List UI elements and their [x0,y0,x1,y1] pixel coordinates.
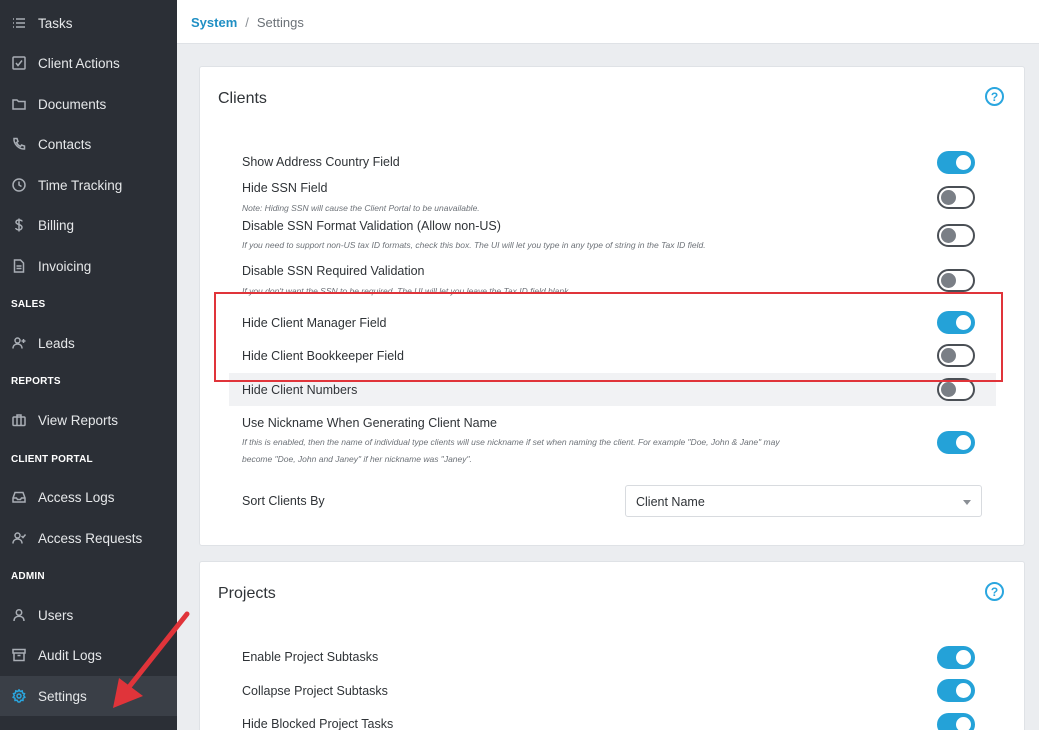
sidebar-item-time-tracking[interactable]: Time Tracking [0,165,177,205]
sidebar-item-label: Documents [38,96,107,112]
breadcrumb: System / Settings [191,15,304,30]
sidebar-item-view-reports[interactable]: View Reports [0,400,177,440]
sidebar-item-billing[interactable]: Billing [0,205,177,245]
breadcrumb-separator: / [245,15,249,30]
sidebar-item-label: Access Logs [38,489,115,505]
sidebar-item-label: Leads [38,335,75,351]
section-sales: SALES [11,299,46,310]
setting-label: Hide Blocked Project Tasks [242,717,394,730]
section-reports: REPORTS [11,376,61,387]
setting-label: Collapse Project Subtasks [242,684,388,698]
sidebar-item-client-actions[interactable]: Client Actions [0,43,177,83]
setting-note: If this is enabled, then the name of ind… [242,437,780,464]
briefcase-icon [12,413,26,427]
sidebar-item-access-logs[interactable]: Access Logs [0,477,177,517]
sidebar-item-contacts[interactable]: Contacts [0,124,177,164]
phone-icon [12,137,26,151]
setting-label: Enable Project Subtasks [242,650,379,664]
setting-label: Show Address Country Field [242,155,400,169]
toggle-disable-ssn-format[interactable] [937,224,975,247]
toggle-hide-ssn[interactable] [937,186,975,209]
sidebar-item-label: Audit Logs [38,647,102,663]
breadcrumb-system-link[interactable]: System [191,15,237,30]
sidebar-item-tasks[interactable]: Tasks [0,3,177,43]
invoice-icon [12,259,26,273]
sort-clients-label: Sort Clients By [242,494,325,508]
toggle-hide-blocked-project-tasks[interactable] [937,713,975,730]
sidebar-item-label: Contacts [38,136,92,152]
setting-label: Hide SSN Field [242,181,328,195]
user-icon [12,608,26,622]
toggle-disable-ssn-required[interactable] [937,269,975,292]
user-check-icon [12,531,26,545]
sidebar-item-label: Access Requests [38,530,143,546]
setting-label: Disable SSN Required Validation [242,264,425,278]
setting-note: If you need to support non-US tax ID for… [242,240,706,250]
top-bar: System / Settings [177,0,1039,44]
inbox-icon [12,490,26,504]
user-plus-icon [12,336,26,350]
section-admin: ADMIN [11,571,45,582]
sidebar-item-label: Users [38,607,74,623]
sort-clients-value: Client Name [636,495,705,509]
dollar-icon [12,218,26,232]
setting-label: Use Nickname When Generating Client Name [242,416,497,430]
toggle-show-address-country[interactable] [937,151,975,174]
checkbox-icon [12,56,26,70]
archive-icon [12,648,26,662]
help-icon[interactable]: ? [985,87,1004,106]
sidebar-item-label: Client Actions [38,55,120,71]
projects-card: Projects ? Enable Project Subtasks Colla… [199,561,1025,730]
sidebar-item-label: Tasks [38,15,73,31]
sidebar-item-leads[interactable]: Leads [0,323,177,363]
list-icon [12,16,26,30]
chevron-down-icon [963,500,971,505]
setting-label: Hide Client Numbers [242,383,358,397]
sidebar-item-access-requests[interactable]: Access Requests [0,518,177,558]
sidebar-item-label: Invoicing [38,258,92,274]
toggle-enable-project-subtasks[interactable] [937,646,975,669]
annotation-arrow-icon [113,611,190,708]
clock-icon [12,178,26,192]
clients-card-title: Clients [218,90,267,107]
sidebar-item-documents[interactable]: Documents [0,84,177,124]
sidebar-item-label: View Reports [38,412,119,428]
folder-icon [12,97,26,111]
sidebar-item-label: Billing [38,217,75,233]
sort-clients-select[interactable]: Client Name [625,485,982,517]
sidebar-item-label: Settings [38,688,87,704]
breadcrumb-current: Settings [256,15,304,30]
annotation-highlight-box [214,292,1003,382]
setting-label: Disable SSN Format Validation (Allow non… [242,219,501,233]
sidebar-item-label: Time Tracking [38,177,123,193]
projects-card-title: Projects [218,585,276,602]
toggle-use-nickname[interactable] [937,431,975,454]
help-icon[interactable]: ? [985,582,1004,601]
setting-note: Note: Hiding SSN will cause the Client P… [242,203,480,213]
section-client-portal: CLIENT PORTAL [11,454,93,465]
toggle-collapse-project-subtasks[interactable] [937,679,975,702]
sidebar-item-invoicing[interactable]: Invoicing [0,246,177,286]
gear-icon [12,689,26,703]
